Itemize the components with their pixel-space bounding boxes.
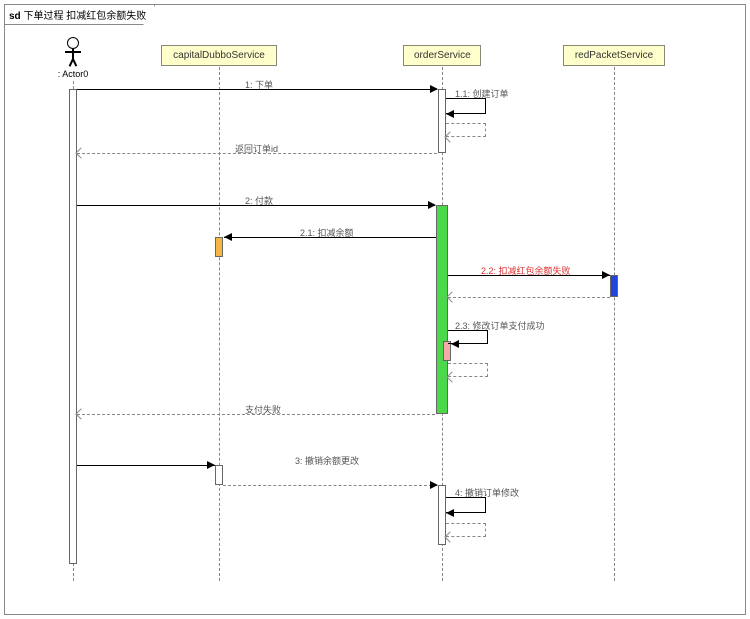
arrow-icon [602,271,610,279]
actor-label: : Actor0 [53,69,93,79]
msg-2-label: 2: 付款 [245,194,273,207]
activation-order-1 [438,89,446,153]
actor-icon-arms [65,51,81,53]
activation-redpacket-blue [610,275,618,297]
sequence-diagram-frame: sd 下单过程 扣减红包余额失败 : Actor0 capitalDubboSe… [4,4,746,615]
arrow-icon [75,147,86,158]
arrow-icon [207,461,215,469]
arrow-icon [446,110,454,118]
lifeline-capital [219,67,220,581]
frame-title: sd 下单过程 扣减红包余额失败 [5,5,155,25]
participant-redpacket: redPacketService [563,45,665,66]
activation-order-green [436,205,448,414]
msg-1-1-label: 1.1: 创建订单 [455,87,509,100]
msg-4-label: 4: 撤销订单修改 [455,486,519,499]
msg-2-2-return [448,297,610,298]
arrow-icon [451,340,459,348]
msg-2-1-label: 2.1: 扣减余额 [300,226,354,239]
activation-capital-2 [215,465,223,485]
activation-capital-orange [215,237,223,257]
participant-order: orderService [403,45,481,66]
arrow-icon [446,291,457,302]
arrow-icon [430,85,438,93]
arrow-icon [430,481,438,489]
msg-r2-label: 支付失败 [245,403,281,416]
actor-icon [67,37,79,49]
msg-2-2-label: 2.2: 扣减红包余额失败 [481,264,571,277]
msg-3 [77,465,215,466]
msg-1-label: 1: 下单 [245,78,273,91]
msg-3-label: 3: 撤销余额更改 [295,454,359,467]
msg-3-ext [223,485,437,486]
participant-capital: capitalDubboService [161,45,277,66]
activation-actor [69,89,77,564]
msg-2-3-label: 2.3: 修改订单支付成功 [455,319,545,332]
lifeline-redpacket [614,67,615,581]
arrow-icon [428,201,436,209]
arrow-icon [75,408,86,419]
arrow-icon [446,509,454,517]
msg-r1-label: 返回订单id [235,142,278,155]
arrow-icon [224,233,232,241]
activation-order-pink [443,341,451,361]
actor-icon-leg-r [72,59,77,67]
